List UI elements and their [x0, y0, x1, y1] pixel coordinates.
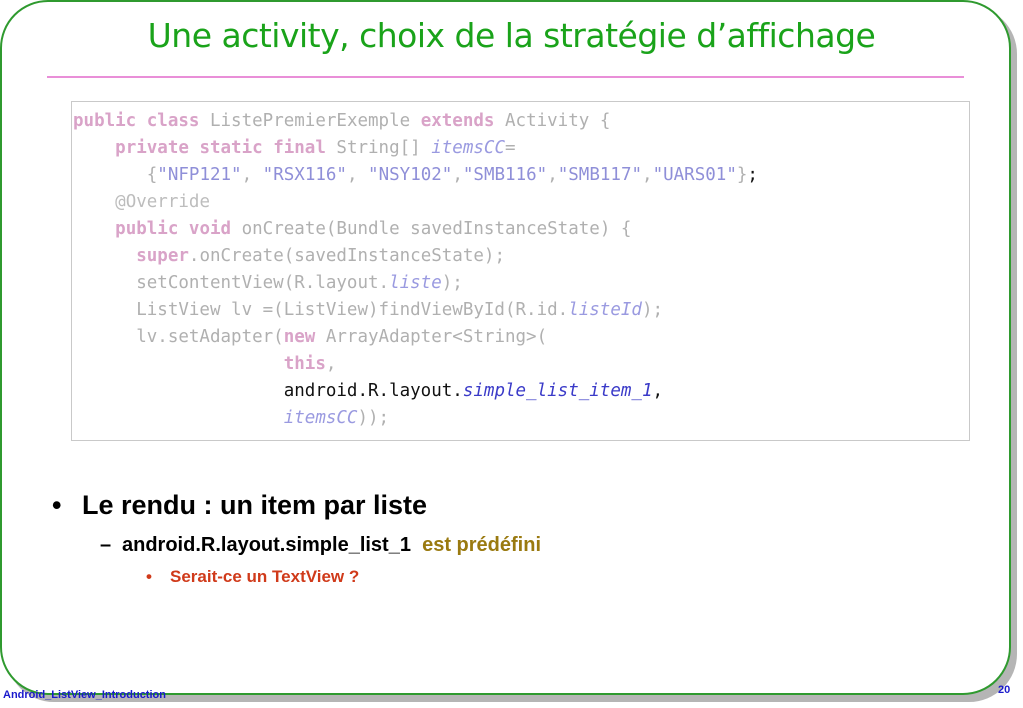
code-line-7: setContentView(R.layout.liste);: [73, 273, 463, 293]
code-line-3: {"NFP121", "RSX116", "NSY102","SMB116","…: [73, 165, 758, 185]
bullet-text: Serait-ce un TextView ?: [170, 567, 360, 586]
code-line-11: android.R.layout.simple_list_item_1,: [283, 381, 664, 401]
code-line-1: public class ListePremierExemple extends…: [73, 111, 611, 131]
bullet-code-ref: android.R.layout.simple_list_1: [122, 534, 411, 556]
bullet-text: est prédéfini: [422, 534, 542, 556]
code-block: public class ListePremierExemple extends…: [73, 108, 758, 432]
bullet-dot: •: [146, 567, 152, 586]
page-number: 20: [998, 684, 1011, 696]
bullet-text: Le rendu : un item par liste: [82, 490, 428, 520]
footer-label: Android_ListView_Introduction: [3, 689, 166, 701]
code-line-5: public void onCreate(Bundle savedInstanc…: [115, 219, 632, 239]
bullet-dash: –: [100, 534, 112, 556]
code-line-12: itemsCC));: [283, 408, 390, 428]
bullet-dot: •: [52, 490, 62, 520]
title-underline: [47, 76, 964, 78]
slide-title: Une activity, choix de la stratégie d’af…: [147, 16, 876, 55]
bullet-level-2: – android.R.layout.simple_list_1 est préd…: [100, 534, 541, 557]
bullet-level-3: • Serait-ce un TextView ?: [146, 567, 359, 587]
code-line-9: lv.setAdapter(new ArrayAdapter<String>(: [73, 327, 548, 347]
code-line-8: ListView lv =(ListView)findViewById(R.id…: [73, 300, 664, 320]
code-line-10: this,: [283, 354, 337, 374]
code-line-2: private static final String[] itemsCC=: [115, 138, 516, 158]
bullet-level-1: • Le rendu : un item par liste: [52, 490, 427, 521]
code-line-4: @Override: [115, 192, 210, 212]
code-line-6: super.onCreate(savedInstanceState);: [136, 246, 505, 266]
